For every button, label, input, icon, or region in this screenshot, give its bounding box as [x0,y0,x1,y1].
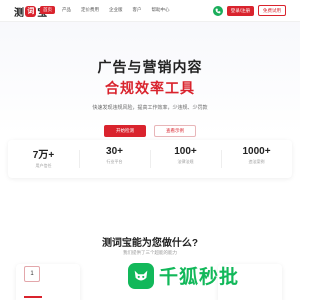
hero-buttons: 开始检测 查看示例 [0,125,300,137]
watermark-text: 千狐秒批 [159,267,240,288]
stat-label: 行业平台 [106,159,123,164]
feature-accent-bar [24,296,42,298]
stat-value: 30+ [106,146,123,157]
stats-panel: 7万+ 用户信任 30+ 行业平台 100+ 法律法规 1000+ 违法案例 [8,140,292,178]
feature-number: 1 [24,266,40,282]
nav-item-products[interactable]: 产品 [59,6,74,14]
stat-label: 违法案例 [248,159,265,164]
hero-subtitle: 快速发现违规风险，提高工作效率，少违规、少罚款 [92,105,208,111]
top-nav: 测 词 宝 首页 产品 定价费用 企业版 客户 帮助中心 登录/注册 免费试用 [0,0,300,22]
stat-platforms: 30+ 行业平台 [79,140,150,178]
stat-laws: 100+ 法律法规 [150,140,221,178]
stat-value: 7万+ [32,150,55,161]
stat-label: 用户信任 [35,163,52,168]
stat-value: 100+ [174,146,197,157]
features-subtitle: 我们提供了三个超能的能力 [123,250,177,255]
free-trial-button[interactable]: 免费试用 [258,5,286,16]
features-title: 测词宝能为您做什么? [101,238,199,249]
stat-label: 法律法规 [177,159,194,164]
stat-cases: 1000+ 违法案例 [221,140,292,178]
nav-actions: 登录/注册 免费试用 [212,5,286,16]
phone-icon[interactable] [212,5,223,16]
stat-users: 7万+ 用户信任 [8,140,79,178]
nav-menu: 首页 产品 定价费用 企业版 客户 帮助中心 [40,6,173,14]
start-detect-button[interactable]: 开始检测 [104,125,146,137]
login-button[interactable]: 登录/注册 [226,5,254,16]
logo-text-left: 测 [14,7,25,19]
nav-item-home[interactable]: 首页 [40,6,55,14]
nav-item-customers[interactable]: 客户 [130,6,145,14]
hero-title-highlight: 合规效率工具 [105,80,195,96]
stat-value: 1000+ [242,146,271,157]
view-example-button[interactable]: 查看示例 [154,125,196,137]
fox-logo-icon [128,262,154,289]
watermark: 千狐秒批 [128,262,239,289]
feature-card[interactable]: 1 [16,264,80,300]
nav-item-enterprise[interactable]: 企业版 [106,6,126,14]
hero-title: 广告与营销内容 [97,59,203,75]
logo-mark: 词 [25,5,37,17]
nav-item-pricing[interactable]: 定价费用 [78,6,102,14]
nav-item-help[interactable]: 帮助中心 [149,6,173,14]
